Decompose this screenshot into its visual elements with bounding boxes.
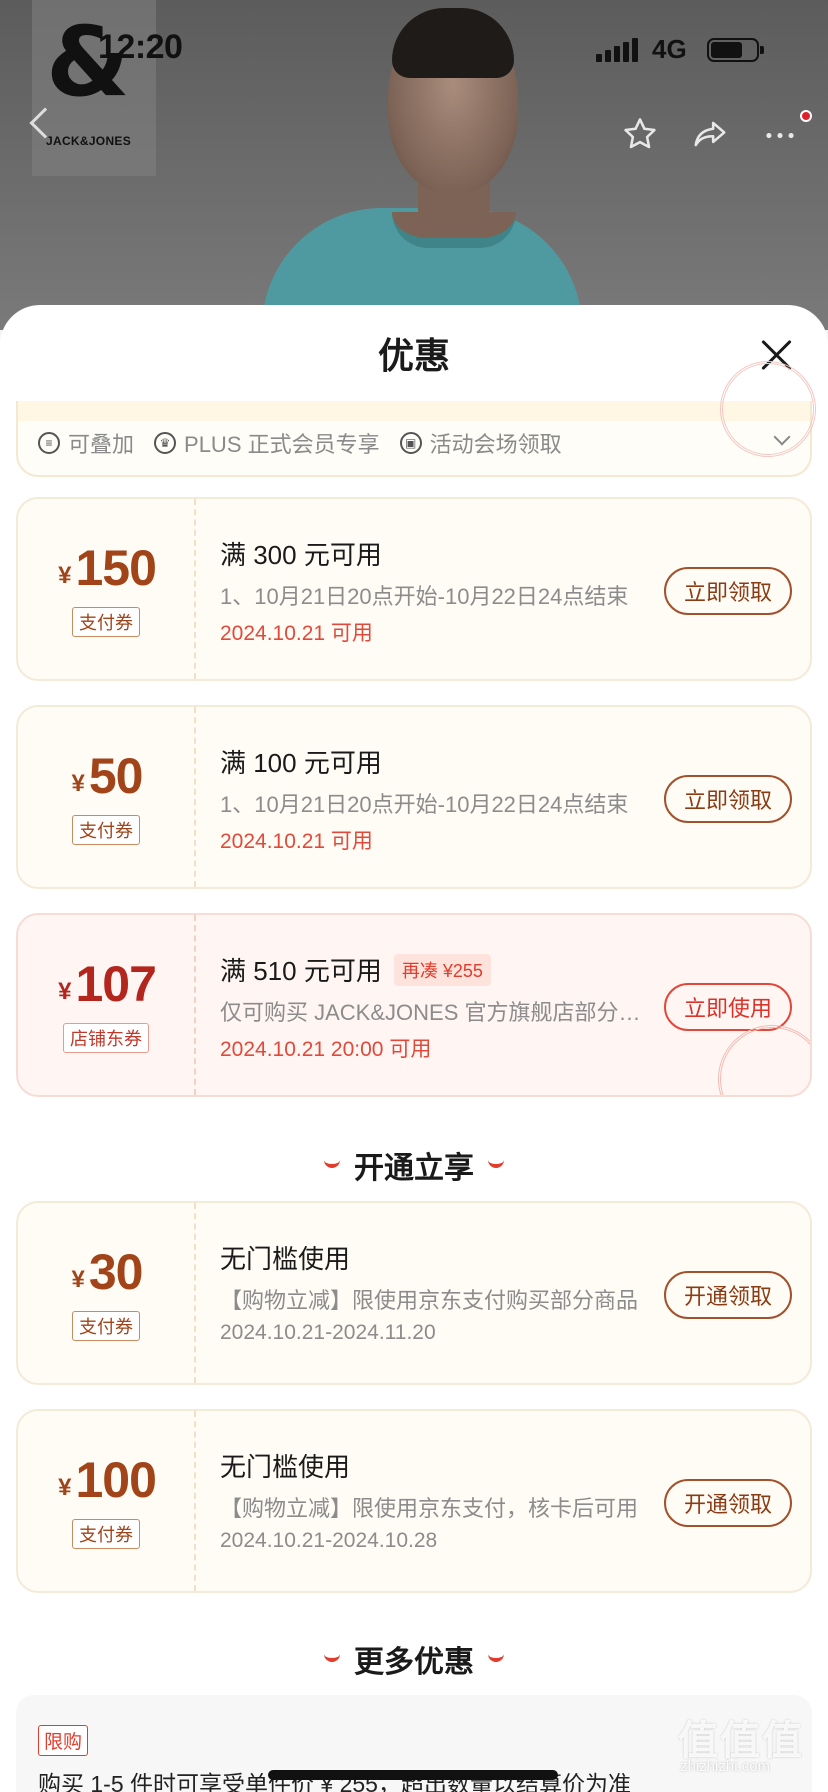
coupon-card: ¥107 店铺东券 满 510 元可用 再凑 ¥255 仅可购买 JACK&JON… [16, 913, 812, 1097]
coupon-type-badge: 支付券 [72, 815, 140, 845]
share-icon[interactable] [688, 112, 732, 156]
battery-icon [706, 37, 764, 62]
coupon-amount: ¥150 [58, 540, 157, 596]
coupon-type-badge: 支付券 [72, 1519, 140, 1549]
tag-venue: ▣ 活动会场领取 [399, 427, 562, 459]
more-options-icon[interactable] [758, 112, 802, 156]
coupon-type-badge: 店铺东券 [63, 1023, 149, 1053]
smile-curve-icon [324, 1654, 340, 1662]
coupon-amount-area: ¥50 支付券 [18, 707, 196, 887]
coupon-title: 满 510 元可用 再凑 ¥255 [220, 951, 491, 988]
smile-curve-icon [488, 1160, 504, 1168]
coupon-amount-area: ¥150 支付券 [18, 499, 196, 679]
logo-text: JACK&JONES [46, 134, 132, 148]
crown-icon: ♛ [154, 432, 177, 454]
coupon-description: 【购物立减】限使用京东支付，核卡后可用 [220, 1496, 639, 1521]
coupon-amount-area: ¥30 支付券 [18, 1203, 196, 1383]
coupon-description: 1、10月21日20点开始-10月22日24点结束 [220, 584, 629, 609]
coupon-amount: ¥30 [71, 1244, 144, 1300]
coupon-type-badge: 支付券 [72, 1311, 140, 1341]
tag-label: PLUS 正式会员专享 [184, 432, 380, 457]
product-hero-image: & JACK&JONES 12:20 4G [0, 0, 828, 330]
coupon-amount: ¥100 [58, 1452, 157, 1508]
claim-coupon-button[interactable]: 立即领取 [664, 567, 792, 615]
limit-badge: 限购 [38, 1725, 89, 1756]
coupon-date: 2024.10.21-2024.10.28 [220, 1529, 438, 1552]
coupon-date: 2024.10.21 20:00 可用 [220, 1038, 432, 1061]
section-open-title: 开通立享 [0, 1143, 828, 1187]
activate-claim-button[interactable]: 开通领取 [664, 1479, 792, 1527]
coupon-amount: ¥107 [58, 956, 157, 1012]
smile-curve-icon [324, 1160, 340, 1168]
coupon-date: 2024.10.21-2024.11.20 [220, 1321, 436, 1344]
coupon-description: 仅可购买 JACK&JONES 官方旗舰店部分商品 [220, 1000, 646, 1025]
coupon-amount-area: ¥100 支付券 [18, 1411, 196, 1591]
coupon-description: 【购物立减】限使用京东支付购买部分商品 [220, 1288, 639, 1313]
model-hair [392, 8, 514, 78]
coupon-amount-area: ¥107 店铺东券 [18, 915, 196, 1095]
coupon-amount: ¥50 [71, 748, 144, 804]
tag-stackable: ≡ 可叠加 [38, 427, 134, 459]
section-more-title: 更多优惠 [0, 1637, 828, 1681]
tag-label: 活动会场领取 [429, 432, 562, 457]
sheet-title: 优惠 [377, 335, 450, 376]
add-more-badge: 再凑 ¥255 [393, 953, 491, 986]
coupon-title: 无门槛使用 [220, 1244, 351, 1274]
model-collar [392, 212, 516, 248]
partial-coupon-card[interactable]: ≡ 可叠加 ♛ PLUS 正式会员专享 ▣ 活动会场领取 [16, 361, 816, 477]
status-indicators: 4G [596, 34, 764, 65]
notification-dot [800, 110, 812, 122]
claimed-stamp-icon [720, 361, 816, 457]
coupon-tags: ≡ 可叠加 ♛ PLUS 正式会员专享 ▣ 活动会场领取 [38, 427, 562, 459]
status-time: 12:20 [98, 28, 183, 66]
home-indicator[interactable] [268, 1770, 558, 1780]
partial-card-top [18, 401, 810, 421]
favorite-star-icon[interactable] [618, 112, 662, 156]
network-label: 4G [652, 34, 687, 64]
coupon-date: 2024.10.21 可用 [220, 622, 373, 645]
tag-label: 可叠加 [68, 432, 135, 457]
claim-coupon-button[interactable]: 立即领取 [664, 775, 792, 823]
coupon-date: 2024.10.21 可用 [220, 830, 373, 853]
coupon-title: 无门槛使用 [220, 1452, 351, 1482]
coupon-card: ¥30 支付券 无门槛使用 【购物立减】限使用京东支付购买部分商品 2024.1… [16, 1201, 812, 1385]
stack-icon: ≡ [38, 432, 60, 454]
coupon-description: 1、10月21日20点开始-10月22日24点结束 [220, 792, 629, 817]
coupon-title: 满 300 元可用 [220, 540, 382, 570]
coupon-card: ¥50 支付券 满 100 元可用 1、10月21日20点开始-10月22日24… [16, 705, 812, 889]
coupon-card: ¥100 支付券 无门槛使用 【购物立减】限使用京东支付，核卡后可用 2024.… [16, 1409, 812, 1593]
discount-sheet: 优惠 ≡ 可叠加 ♛ PLUS 正式会员专享 ▣ 活动会场领取 ¥150 支付券 [0, 305, 828, 1792]
sheet-header: 优惠 [0, 305, 828, 401]
coupon-title: 满 100 元可用 [220, 748, 382, 778]
coupon-card: ¥150 支付券 满 300 元可用 1、10月21日20点开始-10月22日2… [16, 497, 812, 681]
watermark-url: zhizhizhi.com [680, 1758, 771, 1775]
coupon-type-badge: 支付券 [72, 607, 140, 637]
brand-logo: & JACK&JONES [32, 0, 156, 176]
tag-plus: ♛ PLUS 正式会员专享 [154, 427, 380, 459]
smile-curve-icon [488, 1654, 504, 1662]
venue-icon: ▣ [399, 432, 422, 454]
activate-claim-button[interactable]: 开通领取 [664, 1271, 792, 1319]
signal-icon [596, 37, 638, 62]
